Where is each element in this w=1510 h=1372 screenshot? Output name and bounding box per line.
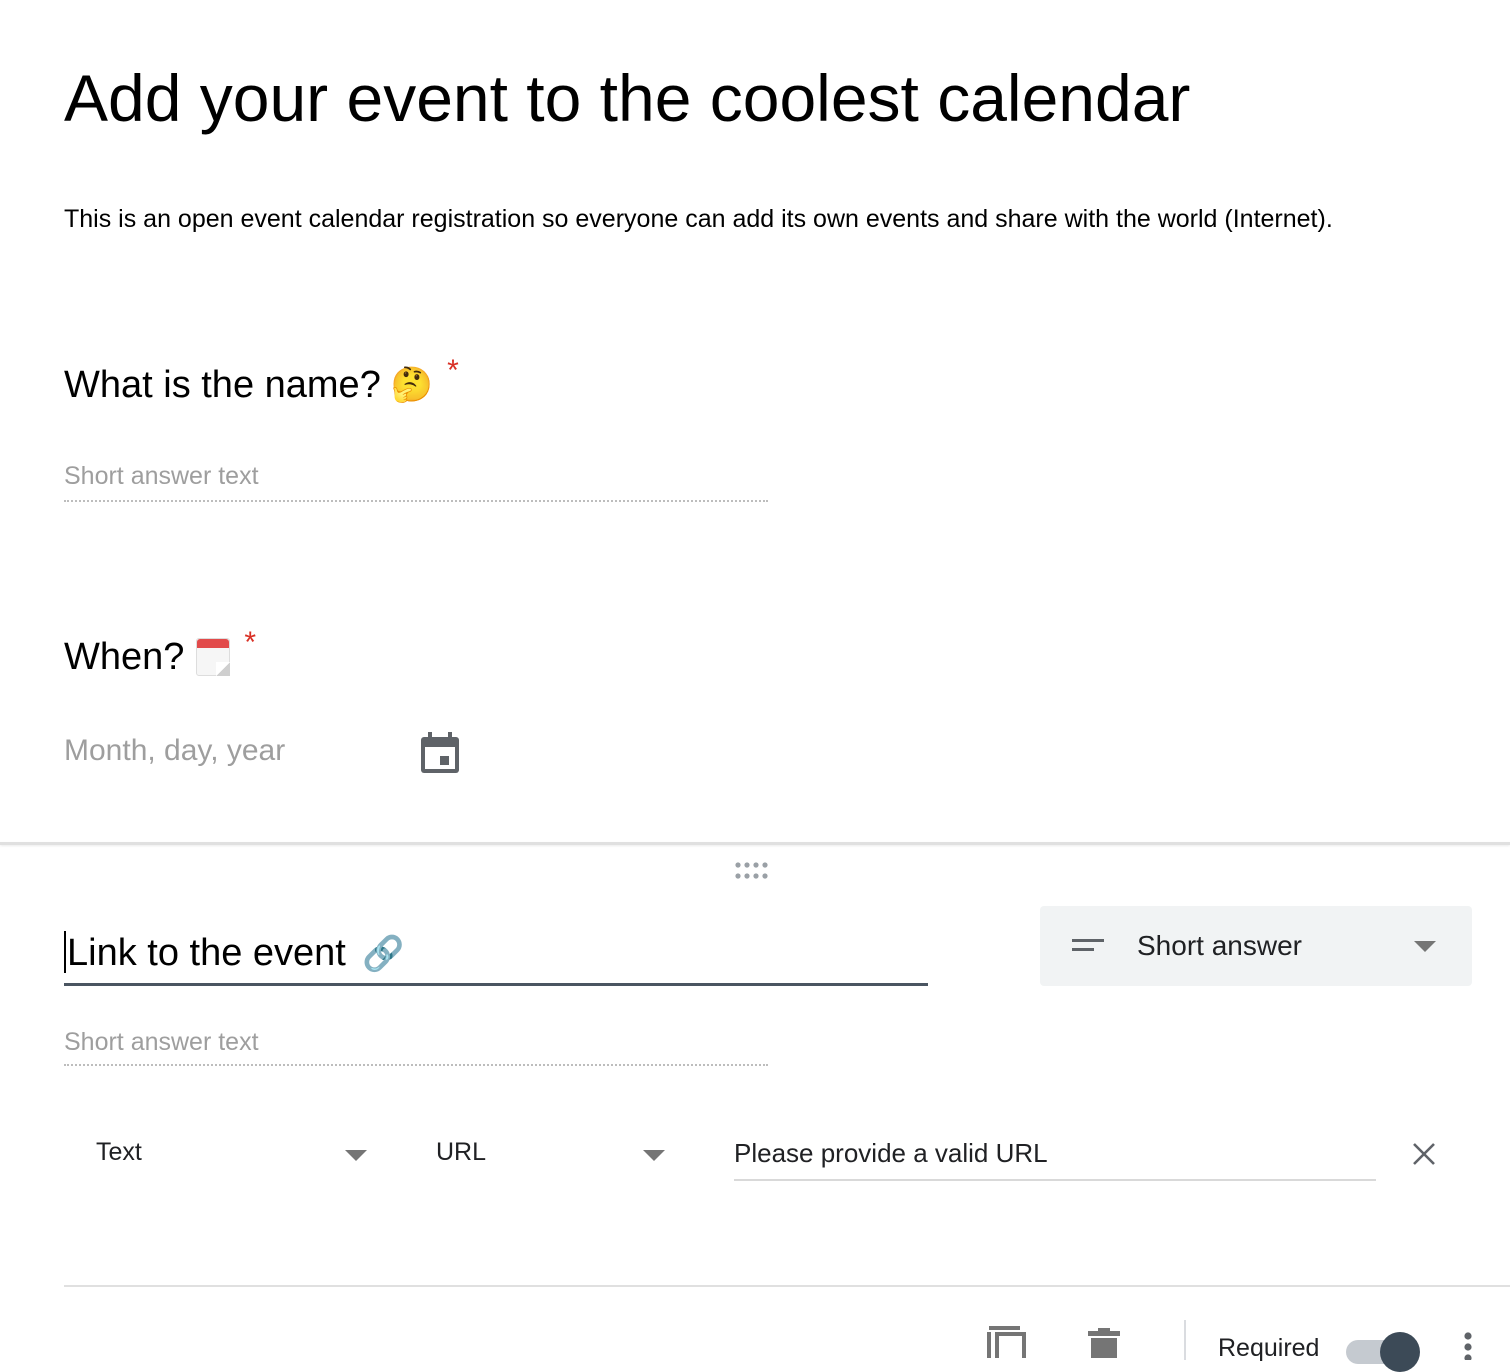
form-description: This is an open event calendar registrat… [64, 205, 1333, 233]
short-answer-placeholder: Short answer text [64, 462, 259, 490]
footer-separator [1184, 1320, 1186, 1360]
question-title-input[interactable]: Link to the event 🔗 [64, 930, 928, 986]
duplicate-icon[interactable] [986, 1324, 1028, 1364]
answer-underline [64, 500, 768, 502]
validation-category-select[interactable]: Text [96, 1138, 142, 1167]
required-asterisk: * [447, 354, 459, 387]
answer-underline [64, 1064, 768, 1066]
question-title-text: What is the name? [64, 364, 381, 406]
date-placeholder: Month, day, year [64, 734, 286, 767]
chevron-down-icon [1414, 940, 1436, 952]
validation-rule-select[interactable]: URL [436, 1138, 486, 1167]
form-title: Add your event to the coolest calendar [64, 61, 1191, 135]
drag-handle-icon[interactable] [734, 860, 768, 882]
calendar-icon [420, 732, 460, 774]
card-footer-divider [64, 1285, 1510, 1287]
question-title-text: When? [64, 636, 185, 678]
close-icon[interactable] [1410, 1140, 1438, 1168]
short-answer-icon [1072, 939, 1104, 953]
thinking-face-icon: 🤔 [390, 365, 434, 405]
short-answer-placeholder: Short answer text [64, 1028, 259, 1056]
question-title-when: When? * [64, 626, 256, 680]
text-caret [64, 931, 66, 973]
card-top-border [0, 842, 1510, 845]
question-type-label: Short answer [1137, 930, 1302, 961]
link-icon: 🔗 [362, 934, 405, 974]
chevron-down-icon[interactable] [345, 1150, 367, 1161]
required-label: Required [1218, 1334, 1320, 1362]
chevron-down-icon[interactable] [643, 1150, 665, 1161]
more-vert-icon[interactable] [1462, 1330, 1474, 1362]
question-title-value: Link to the event [67, 932, 346, 974]
question-title-name: What is the name? 🤔 * [64, 354, 459, 408]
validation-error-input[interactable]: Please provide a valid URL [734, 1138, 1376, 1181]
required-asterisk: * [244, 626, 257, 659]
calendar-emoji-icon [196, 638, 231, 676]
question-type-dropdown[interactable]: Short answer [1040, 906, 1472, 986]
required-toggle-knob[interactable] [1380, 1332, 1420, 1372]
